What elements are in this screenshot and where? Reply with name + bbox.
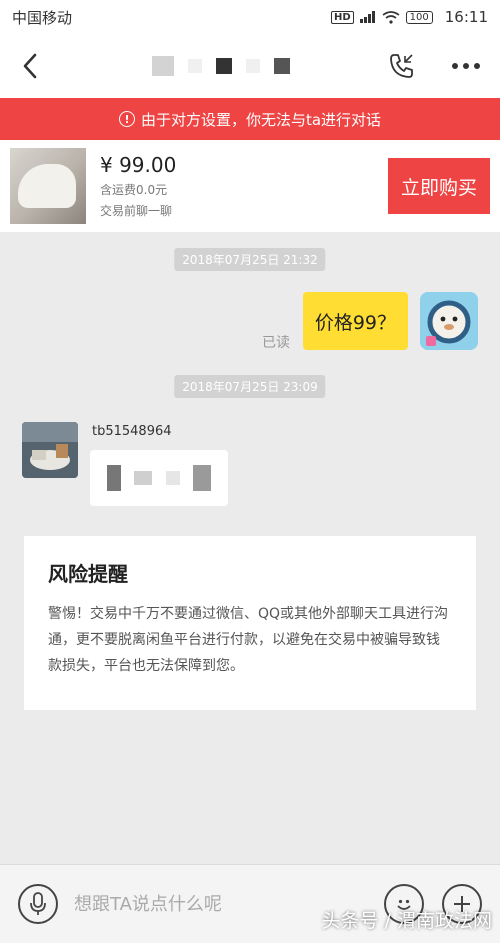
outgoing-message-bubble[interactable]: 价格99？ [302, 292, 408, 350]
sender-username: tb51548964 [92, 424, 172, 439]
buy-now-button[interactable]: 立即购买 [388, 158, 490, 214]
mosaic-block [246, 59, 260, 73]
mosaic-block [106, 465, 121, 491]
blocked-alert-bar: ! 由于对方设置，你无法与ta进行对话 [0, 98, 500, 140]
back-button[interactable] [0, 34, 60, 98]
chat-timestamp: 2018年07月25日 21:32 [174, 248, 326, 271]
contact-name-obscured [60, 34, 382, 98]
mosaic-block [134, 471, 153, 485]
avatar-image [22, 422, 78, 478]
microphone-icon [30, 892, 46, 915]
read-receipt: 已读 [262, 335, 290, 351]
phone-icon [390, 54, 413, 78]
signal-icon [359, 11, 375, 23]
product-image[interactable] [10, 148, 86, 224]
incoming-message-bubble[interactable] [90, 450, 228, 506]
status-icons: HD 100 16:11 [331, 8, 488, 26]
sneaker-image [18, 164, 76, 208]
risk-title: 风险提醒 [48, 562, 128, 586]
header-actions [382, 46, 500, 86]
chat-header [0, 34, 500, 98]
shipping-info: 含运费0.0元 [100, 183, 168, 197]
mosaic-block [216, 58, 232, 74]
call-button[interactable] [382, 46, 422, 86]
risk-body: 警惕！交易中千万不要通过微信、QQ或其他外部聊天工具进行沟通，更不要脱离闲鱼平台… [48, 606, 449, 674]
my-avatar[interactable] [420, 292, 478, 350]
carrier-label: 中国移动 [12, 8, 73, 27]
chat-timestamp: 2018年07月25日 23:09 [174, 375, 326, 398]
hd-icon: HD [331, 10, 354, 24]
wifi-icon [382, 10, 400, 24]
more-dots-icon [452, 63, 480, 69]
battery-icon: 100 [405, 10, 433, 24]
warning-icon: ! [118, 111, 135, 127]
chevron-left-icon [23, 53, 37, 79]
product-note: 交易前聊一聊 [100, 204, 173, 218]
product-card[interactable]: ¥ 99.00 含运费0.0元 交易前聊一聊 立即购买 [0, 140, 500, 232]
mosaic-block [274, 58, 290, 74]
blocked-alert-text: 由于对方设置，你无法与ta进行对话 [140, 110, 382, 129]
sender-avatar[interactable] [22, 422, 78, 478]
avatar-image [420, 292, 478, 350]
risk-reminder-card: 风险提醒 警惕！交易中千万不要通过微信、QQ或其他外部聊天工具进行沟通，更不要脱… [24, 536, 476, 710]
mosaic-block [165, 471, 180, 485]
mosaic-block [152, 56, 174, 76]
status-bar: 中国移动 HD 100 16:11 [0, 0, 500, 34]
mosaic-block [193, 465, 212, 491]
mosaic-block [188, 59, 202, 73]
product-info: ¥ 99.00 含运费0.0元 交易前聊一聊 [86, 153, 388, 219]
more-button[interactable] [446, 46, 486, 86]
voice-button[interactable] [18, 884, 58, 924]
product-price: ¥ 99.00 [100, 153, 177, 177]
clock-time: 16:11 [444, 8, 488, 26]
watermark: 头条号 / 渭南政法网 [321, 910, 492, 932]
